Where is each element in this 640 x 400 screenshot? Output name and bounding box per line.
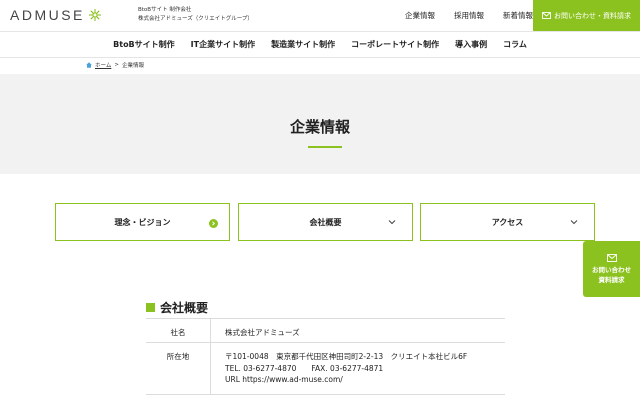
heading-marker: [146, 303, 155, 312]
page-title: 企業情報: [289, 118, 350, 136]
breadcrumb-home[interactable]: ホーム: [95, 61, 111, 69]
mail-icon: [606, 253, 617, 262]
header-contact-button[interactable]: お問い合わせ・資料請求: [533, 0, 640, 31]
company-table: 社名 株式会社アドミューズ 所在地 〒101-0048 東京都千代田区神田司町2…: [146, 318, 505, 395]
breadcrumb-separator: >: [114, 62, 119, 68]
floating-contact-line-1: お問い合わせ: [592, 265, 631, 274]
row-label: 所在地: [166, 352, 190, 361]
floating-contact-button[interactable]: お問い合わせ 資料請求: [583, 241, 640, 297]
top-nav-news[interactable]: 新着情報: [503, 10, 533, 21]
mail-icon: [542, 12, 551, 19]
chevron-down-icon: [388, 220, 396, 225]
main-nav-corporate[interactable]: コーポレートサイト制作: [351, 39, 439, 50]
table-row: 社名 株式会社アドミューズ: [146, 318, 505, 343]
logo-text: ADMUSE: [10, 7, 85, 23]
logo[interactable]: ADMUSE: [10, 7, 102, 23]
sun-logo-icon: [88, 9, 101, 21]
company-name: 株式会社アドミューズ: [225, 328, 300, 337]
main-nav-cases[interactable]: 導入事例: [455, 39, 487, 50]
table-row: 所在地 〒101-0048 東京都千代田区神田司町2-2-13 クリエイト本社ビ…: [146, 343, 505, 395]
tab-philosophy-label: 理念・ビジョン: [114, 217, 171, 227]
tab-company-overview[interactable]: 会社概要: [238, 203, 413, 241]
floating-contact-line-2: 資料請求: [598, 275, 625, 284]
address-line: 〒101-0048 東京都千代田区神田司町2-2-13 クリエイト本社ビル6F: [225, 352, 468, 361]
breadcrumb-current: 企業情報: [121, 63, 144, 69]
tagline-line-2: 株式会社アドミューズ（クリエイトグループ）: [138, 16, 253, 22]
row-value: 〒101-0048 東京都千代田区神田司町2-2-13 クリエイト本社ビル6F …: [210, 343, 505, 394]
top-nav-company[interactable]: 企業情報: [405, 10, 435, 21]
tab-philosophy[interactable]: 理念・ビジョン: [55, 203, 230, 241]
row-value: 株式会社アドミューズ: [210, 319, 505, 342]
tab-access-label: アクセス: [491, 217, 524, 227]
main-nav-manufacturing[interactable]: 製造業サイト制作: [271, 39, 335, 50]
breadcrumb: ホーム > 企業情報: [86, 61, 144, 69]
top-nav-recruit[interactable]: 採用情報: [454, 10, 484, 21]
main-nav-it[interactable]: IT企業サイト制作: [191, 39, 255, 50]
main-nav-btob[interactable]: BtoBサイト制作: [113, 39, 175, 50]
arrow-circle-icon: [209, 219, 218, 228]
site-header: ADMUSE BtoBサイト 制作会社 株式会社アドミューズ（クリエイトグループ…: [0, 0, 640, 31]
chevron-down-icon: [570, 220, 578, 225]
title-underline: [308, 146, 342, 148]
section-title: 会社概要: [160, 301, 209, 315]
tagline: BtoBサイト 制作会社 株式会社アドミューズ（クリエイトグループ）: [138, 6, 253, 24]
tab-access[interactable]: アクセス: [420, 203, 595, 241]
url-line[interactable]: URL https://www.ad-muse.com/: [225, 374, 505, 386]
tab-company-overview-label: 会社概要: [309, 217, 342, 227]
page-hero: 企業情報: [0, 74, 640, 174]
tagline-line-1: BtoBサイト 制作会社: [138, 7, 192, 13]
main-nav-column[interactable]: コラム: [503, 39, 527, 50]
home-icon: [86, 62, 92, 68]
phone-fax-line: TEL. 03-6277-4870 FAX. 03-6277-4871: [225, 363, 384, 373]
section-heading: 会社概要: [146, 299, 208, 316]
header-contact-label: お問い合わせ・資料請求: [554, 11, 631, 20]
main-nav: BtoBサイト制作 IT企業サイト制作 製造業サイト制作 コーポレートサイト制作…: [0, 31, 640, 58]
top-nav: 企業情報 採用情報 新着情報: [386, 0, 533, 31]
row-label: 社名: [170, 328, 186, 337]
